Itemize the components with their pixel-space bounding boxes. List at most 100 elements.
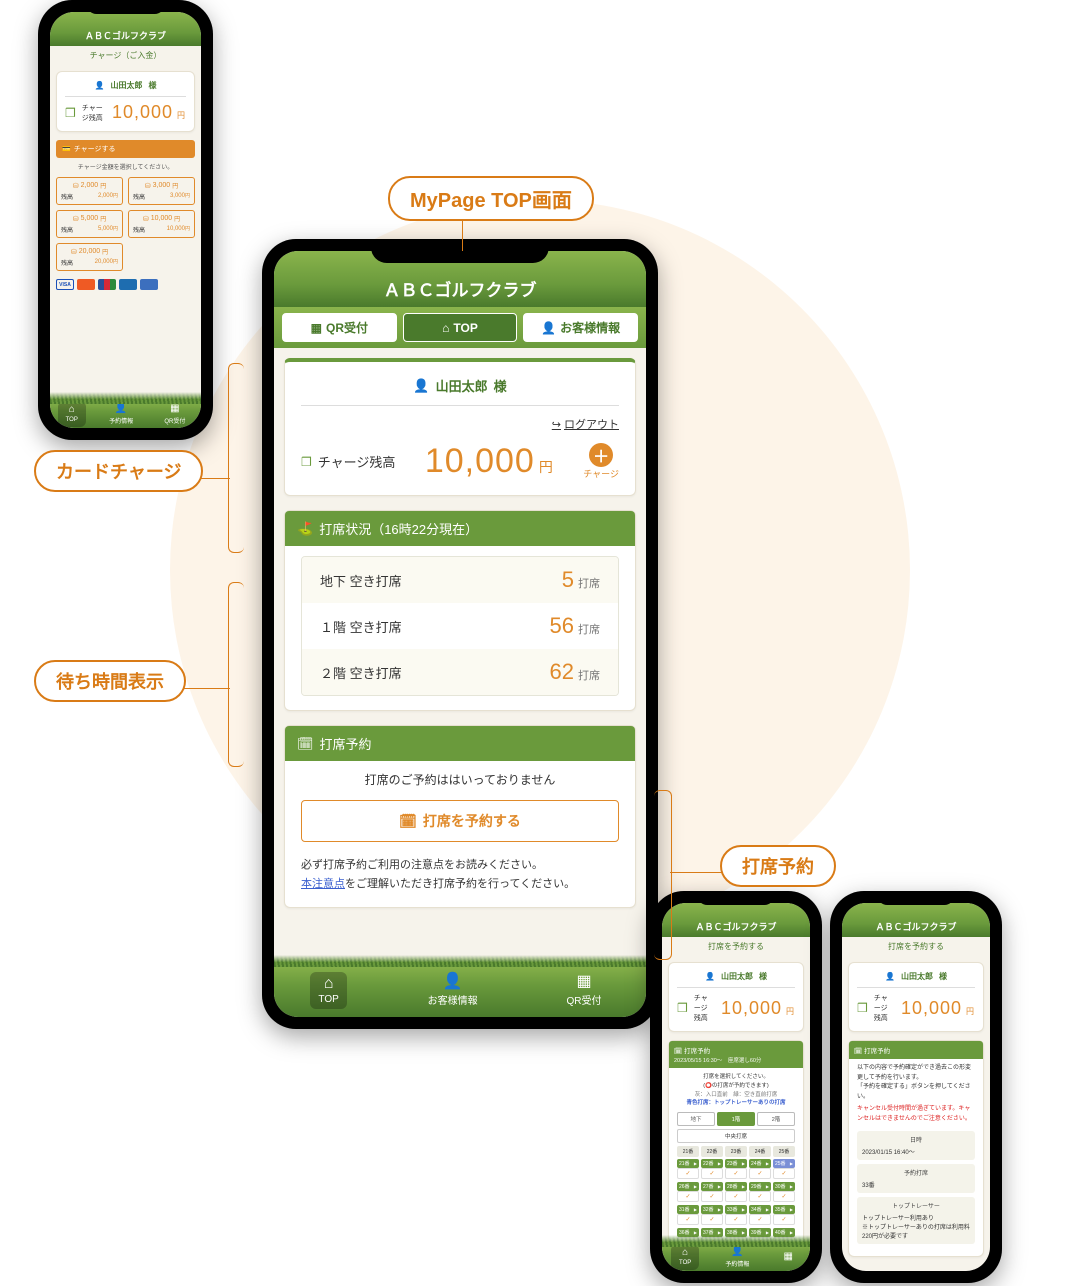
phone-notch [371,239,549,263]
seat-availability[interactable]: ✓ [701,1168,723,1179]
seat-availability[interactable]: ✓ [725,1191,747,1202]
availability-label: 地下 空き打席 [320,571,402,590]
balance-amount: 10,000円 [901,998,975,1019]
coin-icon: ⛁ [145,182,151,190]
app-header: ＡＢＣゴルフクラブ [662,903,810,937]
confirm-block-value: トップトレーサー利用あり※トップトレーサーありの打席は利用料220円が必要です [862,1213,970,1240]
bottom-nav: ⌂TOP 👤予約情報 ▦ [662,1243,810,1271]
seat-number: 22番▶ [701,1159,723,1168]
floor-tab-bf[interactable]: 地下 [677,1112,715,1126]
seat-number: 34番▶ [749,1205,771,1214]
confirm-warning: キャンセル受付時間が過ぎています。キャンセルはできませんのでご注意ください。 [857,1105,975,1124]
user-name-line: 👤山田太郎様 [677,971,795,988]
logout-link[interactable]: ↪ ログアウト [301,416,619,432]
coin-icon: ⛁ [73,182,79,190]
logout-icon: ↪ [552,418,561,431]
confirm-block-header: トップトレーサー [862,1201,970,1210]
seat-availability[interactable]: ✓ [725,1168,747,1179]
footer-top[interactable]: ⌂TOP [58,401,86,427]
floor-tabs: 地下 1階 2階 [677,1112,795,1126]
seat-number: 26番▶ [677,1182,699,1191]
calendar-icon: 🗓 [297,736,314,752]
footer-qr[interactable]: ▦QR受付 [559,970,610,1011]
charge-bar: 💳 チャージする [56,140,195,158]
qr-icon: ▦ [783,1252,792,1262]
seat-availability[interactable]: ✓ [677,1191,699,1202]
charge-option[interactable]: ⛁ 3,000 円残高3,000円 [128,177,195,205]
coin-icon: ⛁ [71,248,77,256]
tab-qr[interactable]: ▦QR受付 [282,313,397,342]
seat-availability[interactable]: ✓ [725,1214,747,1225]
phone-notch [877,891,954,905]
card-reserve-confirm: 🗓 打席予約 以下の内容で予約確定ができ過去この形変更して予約を行います。 「予… [848,1040,984,1257]
floor-tab-1f[interactable]: 1階 [717,1112,755,1126]
seat-number: 29番▶ [749,1182,771,1191]
seat-select-header: 🗓 打席予約 2023/05/15 16:30～ 座席選し60分 [669,1041,803,1068]
calendar-icon: 🗓 [399,813,417,830]
page-subtitle: チャージ（ご入金） [50,46,201,65]
seat-number: 28番▶ [725,1182,747,1191]
seat-availability[interactable]: ✓ [749,1191,771,1202]
callout-card-charge: カードチャージ [34,450,203,492]
callout-reserve: 打席予約 [720,845,836,887]
floor-tab-2f[interactable]: 2階 [757,1112,795,1126]
footer-customer[interactable]: 👤お客様情報 [420,970,486,1011]
charge-option[interactable]: ⛁ 2,000 円残高2,000円 [56,177,123,205]
qr-icon: ▦ [170,404,179,414]
seat-area-label: 中央打席 [677,1129,795,1143]
visa-icon: VISA [56,279,74,290]
page-subtitle: 打席を予約する [842,937,990,956]
seat-availability[interactable]: ✓ [749,1214,771,1225]
balance-amount: 10,000円 [721,998,795,1019]
coin-icon: ⛁ [143,215,149,223]
seat-number: 24番▶ [749,1159,771,1168]
phone-reserve-confirm: ＡＢＣゴルフクラブ 打席を予約する 👤山田太郎様 ❒チャージ残高 10,000円… [830,891,1002,1283]
user-icon: 👤 [705,972,715,981]
balance-label: ❒チャージ残高 [857,993,893,1023]
confirm-block: 予約打席33番 [857,1164,975,1193]
phone-notch [86,0,165,14]
nav-tabs: ▦QR受付 ⌂TOP 👤お客様情報 [274,307,646,348]
app-header: ＡＢＣゴルフクラブ [50,12,201,46]
tab-top[interactable]: ⌂TOP [403,313,518,342]
confirm-header: 🗓 打席予約 [849,1041,983,1059]
seat-availability[interactable]: ✓ [677,1214,699,1225]
home-icon: ⌂ [69,405,75,415]
confirm-line1: 以下の内容で予約確定ができ過去この形変更して予約を行います。 [857,1064,975,1083]
seat-availability[interactable]: ✓ [701,1191,723,1202]
phone-reserve-select: ＡＢＣゴルフクラブ 打席を予約する 👤山田太郎様 ❒チャージ残高 10,000円… [650,891,822,1283]
charge-button[interactable]: ＋ チャージ [583,443,619,480]
coin-icon: ❒ [857,1001,868,1015]
seat-availability[interactable]: ✓ [749,1168,771,1179]
charge-hint: チャージ金額を選択してください。 [56,162,195,171]
home-icon: ⌂ [682,1248,688,1258]
seat-availability[interactable]: ✓ [701,1214,723,1225]
home-icon: ⌂ [442,321,449,335]
footer-top[interactable]: ⌂TOP [310,972,346,1009]
footer-qr[interactable]: ▦ [775,1248,800,1266]
seat-availability[interactable]: ✓ [773,1191,795,1202]
amex-icon [119,279,137,290]
coin-icon: ❒ [301,455,312,469]
availability-count: 5 [562,567,574,592]
coin-icon: ⛁ [73,215,79,223]
balance-label: ❒ チャージ残高 [301,452,395,471]
charge-option[interactable]: ⛁ 5,000 円残高5,000円 [56,210,123,238]
note-link[interactable]: 本注意点 [301,878,345,890]
availability-row: １階 空き打席56打席 [302,603,618,649]
charge-option[interactable]: ⛁ 20,000 円残高20,000円 [56,243,123,271]
qr-icon: ▦ [311,321,322,335]
seat-column-header: 21番 [677,1146,699,1157]
charge-option[interactable]: ⛁ 10,000 円残高10,000円 [128,210,195,238]
user-name-line: 👤 山田太郎 様 [301,376,619,406]
tab-customer[interactable]: 👤お客様情報 [523,313,638,342]
confirm-block-header: 日時 [862,1135,970,1144]
card-seat-select: 🗓 打席予約 2023/05/15 16:30～ 座席選し60分 打席を選択して… [668,1040,804,1243]
seat-number: 30番▶ [773,1182,795,1191]
seat-availability[interactable]: ✓ [677,1168,699,1179]
seat-availability[interactable]: ✓ [773,1168,795,1179]
footer-top[interactable]: ⌂TOP [671,1244,699,1270]
reserve-button[interactable]: 🗓 打席を予約する [301,800,619,842]
home-icon: ⌂ [324,976,334,992]
seat-availability[interactable]: ✓ [773,1214,795,1225]
